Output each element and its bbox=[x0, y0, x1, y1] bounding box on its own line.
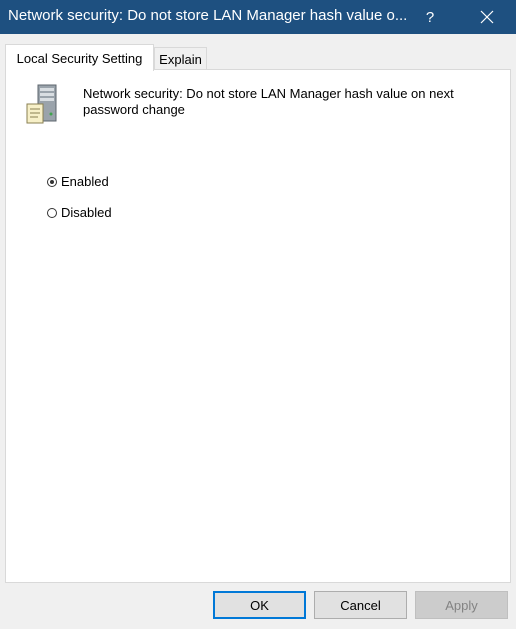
tab-local-security-setting[interactable]: Local Security Setting bbox=[5, 44, 154, 71]
window-title: Network security: Do not store LAN Manag… bbox=[8, 7, 408, 24]
close-icon bbox=[480, 10, 494, 24]
server-document-icon bbox=[26, 84, 57, 124]
help-icon: ? bbox=[425, 8, 435, 26]
disabled-radio[interactable]: Disabled bbox=[47, 205, 112, 220]
tab-label: Explain bbox=[159, 51, 202, 67]
ok-button[interactable]: OK bbox=[213, 591, 306, 619]
tab-label: Local Security Setting bbox=[16, 50, 143, 66]
policy-title: Network security: Do not store LAN Manag… bbox=[83, 86, 454, 117]
help-button[interactable]: ? bbox=[407, 0, 453, 34]
close-button[interactable] bbox=[464, 0, 510, 34]
title-bar[interactable]: Network security: Do not store LAN Manag… bbox=[0, 0, 516, 34]
radio-selected-icon[interactable] bbox=[47, 176, 57, 187]
radio-unselected-icon[interactable] bbox=[47, 207, 57, 218]
enabled-label: Enabled bbox=[61, 174, 109, 189]
settings-panel: Network security: Do not store LAN Manag… bbox=[5, 69, 511, 583]
policy-dialog: Network security: Do not store LAN Manag… bbox=[0, 0, 516, 629]
apply-button[interactable]: Apply bbox=[415, 591, 508, 619]
tab-strip: Local Security Setting Explain bbox=[5, 44, 511, 71]
cancel-button[interactable]: Cancel bbox=[314, 591, 407, 619]
disabled-label: Disabled bbox=[61, 205, 112, 220]
tab-explain[interactable]: Explain bbox=[154, 47, 207, 70]
enabled-radio[interactable]: Enabled bbox=[47, 174, 109, 189]
